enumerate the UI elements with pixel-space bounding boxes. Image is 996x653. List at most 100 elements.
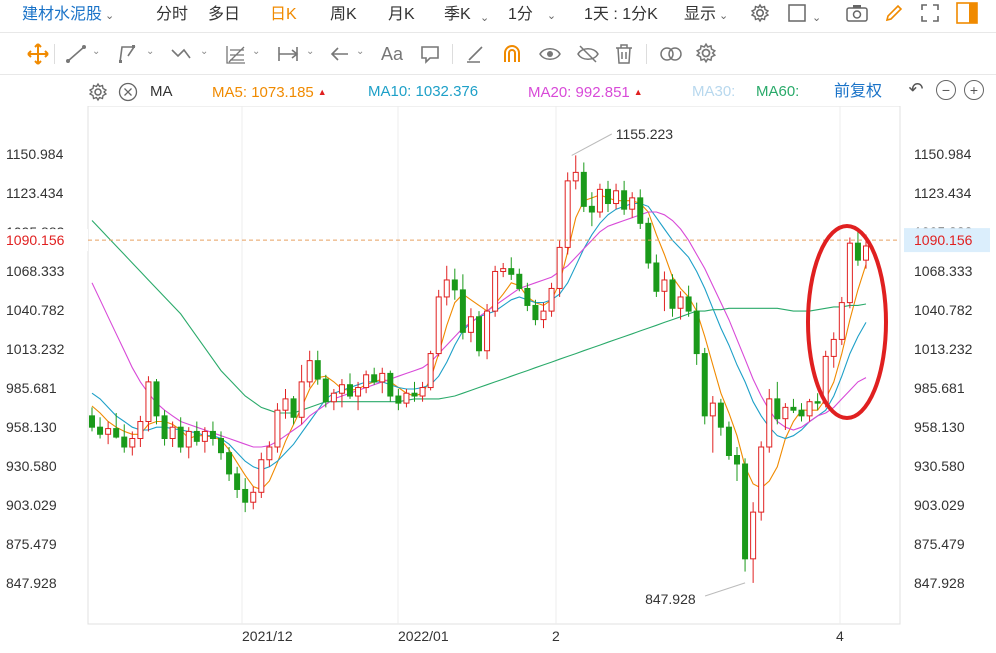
max-price-label: 1155.223 bbox=[616, 126, 674, 142]
min-price-label: 847.928 bbox=[645, 591, 696, 607]
text-icon[interactable]: Aa bbox=[380, 42, 404, 66]
y-tick-label-left: 985.681 bbox=[6, 380, 57, 396]
current-price-label-right: 1090.156 bbox=[914, 232, 973, 248]
candle-body bbox=[387, 372, 394, 397]
interval-dropdown[interactable]: 1分 ⌄ bbox=[508, 5, 556, 26]
candle-body bbox=[508, 268, 515, 275]
candle-body bbox=[113, 428, 120, 438]
candle-body bbox=[322, 378, 329, 403]
candle-body bbox=[492, 270, 499, 312]
eraser-icon[interactable] bbox=[464, 42, 488, 66]
candle-body bbox=[516, 273, 523, 289]
range-icon[interactable] bbox=[276, 42, 300, 66]
candle-body bbox=[621, 190, 628, 210]
y-tick-label-left: 1040.782 bbox=[6, 302, 65, 318]
candle-body bbox=[830, 338, 837, 357]
candle-body bbox=[476, 316, 482, 352]
candle-body bbox=[314, 360, 321, 380]
y-tick-label-right: 875.479 bbox=[914, 536, 965, 552]
zoom-in-icon[interactable]: + bbox=[964, 80, 984, 100]
chevron-down-icon[interactable]: ⌄ bbox=[480, 8, 489, 28]
candle-body bbox=[250, 491, 257, 503]
candle-body bbox=[774, 398, 781, 420]
magnet-icon[interactable] bbox=[500, 42, 524, 66]
adjust-mode-button[interactable]: 前复权 bbox=[834, 83, 882, 101]
y-tick-label-right: 903.029 bbox=[914, 497, 965, 513]
candle-body bbox=[653, 262, 660, 292]
candle-body bbox=[572, 171, 579, 182]
x-tick-label: 2 bbox=[552, 628, 560, 644]
pencil-icon[interactable] bbox=[884, 3, 904, 29]
chevron-down-icon[interactable]: ⌄ bbox=[812, 8, 821, 28]
candle-body bbox=[669, 279, 676, 309]
display-dropdown[interactable]: 显示 ⌄ bbox=[684, 5, 728, 26]
zoom-out-icon[interactable]: − bbox=[936, 80, 956, 100]
period-tab-monthly[interactable]: 月K bbox=[388, 5, 415, 25]
candle-body bbox=[540, 310, 547, 321]
candle-body bbox=[596, 188, 603, 213]
settings-icon[interactable] bbox=[694, 42, 718, 66]
day-interval-dropdown[interactable]: 1天 : 1分K bbox=[584, 5, 658, 25]
chevron-down-icon[interactable]: ⌄ bbox=[146, 46, 154, 57]
candle-body bbox=[363, 374, 370, 389]
period-tab-intraday[interactable]: 分时 bbox=[156, 5, 188, 25]
close-icon[interactable] bbox=[118, 82, 138, 107]
stock-name-dropdown[interactable]: 建材水泥股 ⌄ bbox=[22, 5, 114, 26]
period-tab-weekly[interactable]: 周K bbox=[330, 5, 357, 25]
plot-area bbox=[87, 106, 901, 625]
checkbox-icon[interactable] bbox=[788, 4, 806, 28]
period-tab-multiday[interactable]: 多日 bbox=[208, 5, 240, 25]
move-icon[interactable] bbox=[26, 42, 50, 66]
chevron-down-icon[interactable]: ⌄ bbox=[306, 46, 314, 57]
chevron-down-icon[interactable]: ⌄ bbox=[92, 46, 100, 57]
indicator-settings-icon[interactable] bbox=[88, 82, 108, 107]
candle-body bbox=[484, 310, 491, 352]
polyline-icon[interactable] bbox=[116, 42, 140, 66]
camera-icon[interactable] bbox=[846, 4, 868, 28]
y-tick-label-left: 1150.984 bbox=[6, 146, 64, 162]
compare-icon[interactable] bbox=[658, 42, 682, 66]
candle-body bbox=[467, 316, 474, 333]
eye-icon[interactable] bbox=[538, 42, 562, 66]
candle-body bbox=[701, 353, 708, 417]
indicator-name[interactable]: MA bbox=[150, 83, 173, 101]
settings-icon[interactable] bbox=[750, 3, 770, 29]
fib-icon[interactable] bbox=[224, 42, 248, 66]
hide-icon[interactable] bbox=[576, 42, 600, 66]
candle-body bbox=[846, 242, 853, 304]
y-tick-label-left: 903.029 bbox=[6, 497, 57, 513]
candle-body bbox=[218, 438, 224, 454]
chevron-down-icon[interactable]: ⌄ bbox=[200, 46, 208, 57]
toolbar-divider bbox=[452, 44, 453, 64]
chevron-down-icon: ⌄ bbox=[546, 10, 557, 22]
candle-body bbox=[379, 372, 386, 383]
chevron-down-icon[interactable]: ⌄ bbox=[252, 46, 260, 57]
y-tick-label-left: 1068.333 bbox=[6, 263, 65, 279]
y-tick-label-right: 1123.434 bbox=[914, 185, 972, 201]
fullscreen-icon[interactable] bbox=[920, 3, 940, 29]
y-tick-label-right: 847.928 bbox=[914, 575, 965, 591]
zigzag-icon[interactable] bbox=[170, 42, 194, 66]
x-tick-label: 4 bbox=[836, 628, 844, 644]
chevron-down-icon[interactable]: ⌄ bbox=[356, 46, 364, 57]
undo-icon[interactable]: ↶ bbox=[906, 80, 926, 100]
ma30-legend: MA30: bbox=[692, 83, 736, 100]
candle-body bbox=[814, 401, 821, 404]
line-icon[interactable] bbox=[64, 42, 88, 66]
candle-body bbox=[750, 511, 757, 560]
candle-body bbox=[637, 197, 644, 224]
chevron-down-icon: ⌄ bbox=[105, 10, 115, 22]
period-tab-quarterly[interactable]: 季K bbox=[444, 5, 471, 25]
panel-toggle-icon[interactable] bbox=[956, 2, 978, 30]
x-axis-labels: 2021/12 2022/01 2 4 bbox=[242, 628, 844, 644]
x-tick-label: 2022/01 bbox=[398, 628, 449, 644]
y-tick-label-right: 930.580 bbox=[914, 458, 965, 474]
trash-icon[interactable] bbox=[612, 42, 636, 66]
comment-icon[interactable] bbox=[418, 42, 442, 66]
candle-body bbox=[355, 387, 362, 397]
ma60-legend: MA60: bbox=[756, 83, 800, 100]
candlestick-chart[interactable]: 1150.9841150.9841123.4341123.4341095.883… bbox=[0, 106, 996, 653]
arrow-icon[interactable] bbox=[328, 42, 352, 66]
period-tab-daily[interactable]: 日K bbox=[270, 5, 297, 25]
y-tick-label-left: 930.580 bbox=[6, 458, 57, 474]
